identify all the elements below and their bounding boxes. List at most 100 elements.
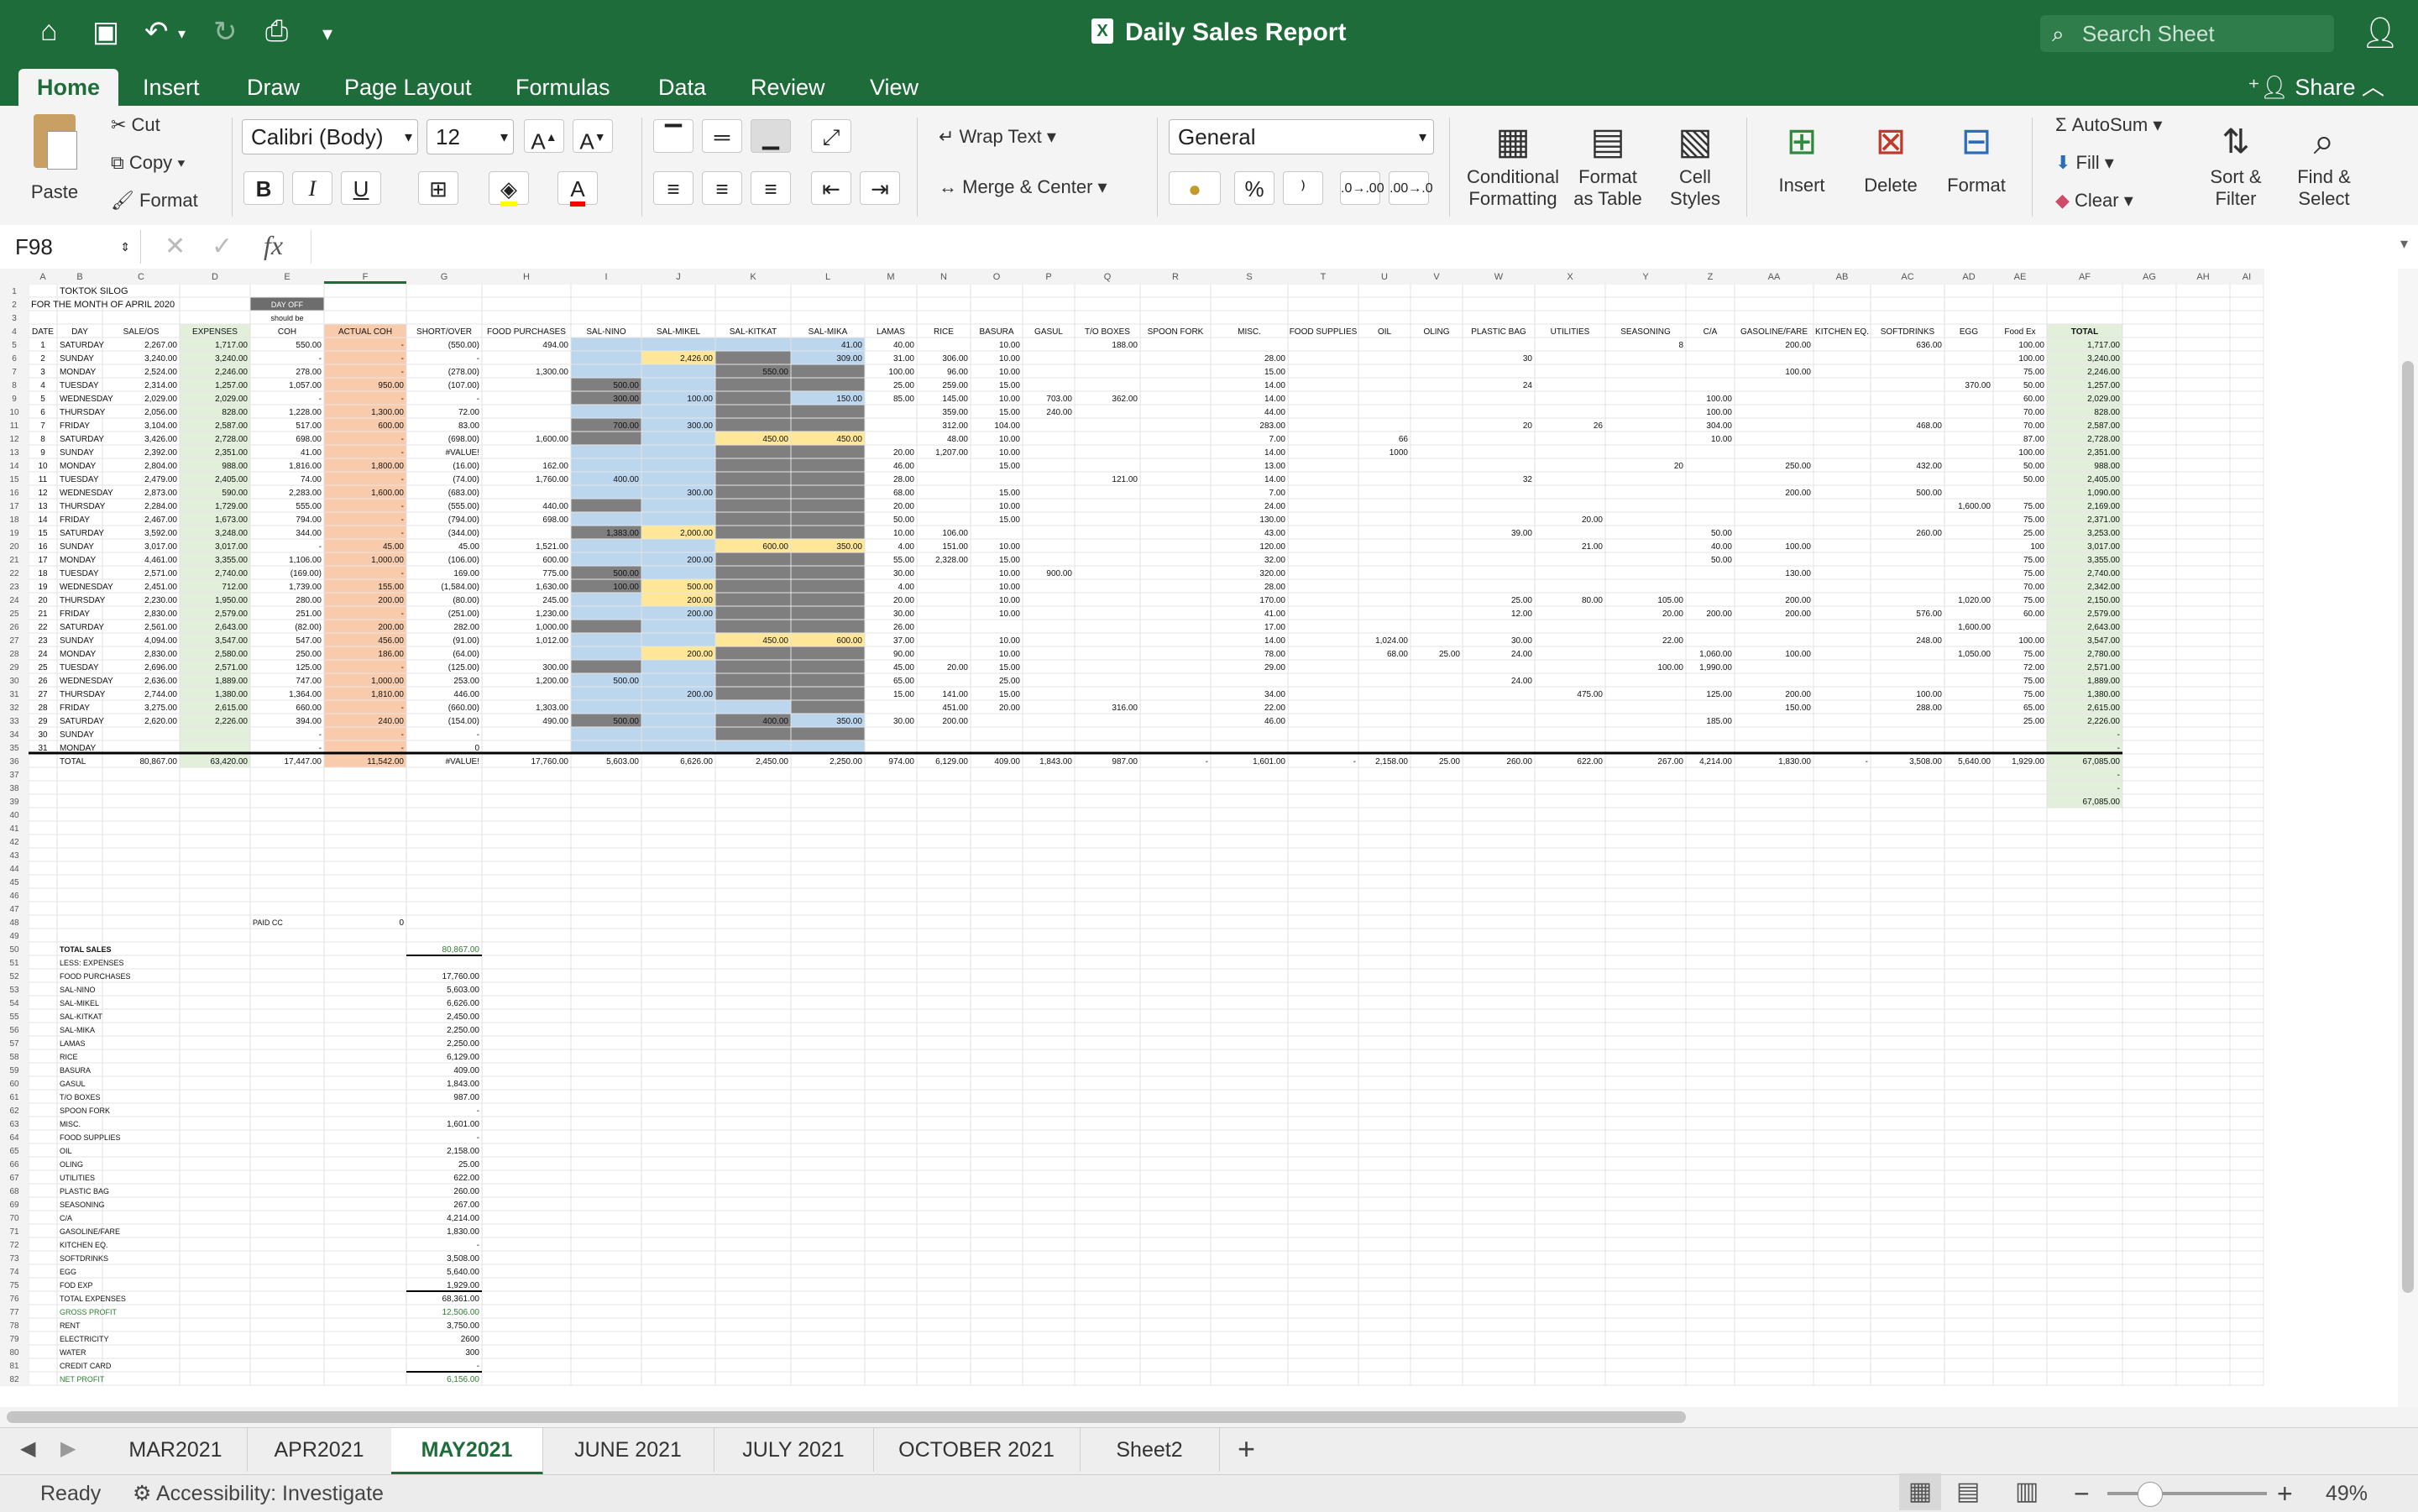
- save-icon[interactable]: ▣: [92, 15, 119, 49]
- decrease-indent-button[interactable]: ⇤: [811, 171, 851, 205]
- name-box[interactable]: F98 ⇕: [0, 230, 141, 264]
- tab-home[interactable]: Home: [18, 69, 119, 106]
- tab-insert[interactable]: Insert: [143, 69, 200, 106]
- sheet-tab-july2021[interactable]: JULY 2021: [714, 1428, 874, 1472]
- undo-dropdown-icon[interactable]: ▾: [178, 25, 186, 43]
- accounting-format-button[interactable]: ●: [1169, 171, 1221, 205]
- sheet-tab-apr2021[interactable]: APR2021: [247, 1428, 392, 1472]
- row-header: 35: [9, 744, 19, 753]
- decrease-decimal-button[interactable]: .00→.0: [1389, 171, 1433, 205]
- zoom-level[interactable]: 49%: [2326, 1475, 2368, 1512]
- tab-formulas[interactable]: Formulas: [516, 69, 610, 106]
- normal-view-icon[interactable]: ▦: [1899, 1473, 1941, 1510]
- redo-icon[interactable]: ↻: [213, 15, 238, 49]
- page-layout-view-icon[interactable]: ▤: [1956, 1473, 1980, 1510]
- increase-font-button[interactable]: A▲: [524, 119, 564, 154]
- zoom-slider[interactable]: [2107, 1482, 2267, 1507]
- align-right-button[interactable]: ≡: [751, 171, 791, 205]
- sheet-tab-may2021[interactable]: MAY2021: [391, 1428, 543, 1475]
- cell-text: SUNDAY: [60, 354, 94, 364]
- align-bottom-button[interactable]: ▁: [751, 119, 791, 153]
- sheet-tab-mar2021[interactable]: MAR2021: [104, 1428, 248, 1472]
- add-sheet-icon[interactable]: +: [1238, 1431, 1255, 1467]
- align-left-button[interactable]: ≡: [653, 171, 693, 205]
- find-select-button[interactable]: ⌕ Find & Select: [2282, 118, 2366, 210]
- cell-text: 28.00: [1264, 354, 1285, 364]
- page-break-view-icon[interactable]: ▥: [2015, 1473, 2039, 1510]
- customize-toolbar-icon[interactable]: ▾: [322, 22, 332, 46]
- cell-styles-button[interactable]: ▧ Cell Styles: [1657, 118, 1733, 210]
- confirm-formula-icon[interactable]: ✓: [212, 232, 233, 261]
- cell-text: 500.00: [687, 583, 713, 592]
- borders-button[interactable]: ⊞: [418, 171, 458, 205]
- insert-cells-button[interactable]: ⊞ Insert: [1761, 118, 1842, 196]
- decrease-font-button[interactable]: A▼: [573, 119, 613, 154]
- tab-data[interactable]: Data: [658, 69, 706, 106]
- sheet-tab-october2021[interactable]: OCTOBER 2021: [873, 1428, 1081, 1472]
- font-size-select[interactable]: 12 ▾: [427, 119, 514, 154]
- row-header: 53: [9, 986, 19, 995]
- underline-button[interactable]: U: [341, 171, 381, 205]
- comma-format-button[interactable]: ⁾: [1283, 171, 1323, 205]
- search-sheet-input[interactable]: ⌕ Search Sheet: [2040, 15, 2334, 52]
- cell-text: 2,158.00: [1375, 757, 1408, 766]
- formula-input[interactable]: [311, 230, 2385, 264]
- italic-button[interactable]: I: [292, 171, 332, 205]
- bold-button[interactable]: B: [243, 171, 284, 205]
- undo-icon[interactable]: ↶: [144, 15, 169, 49]
- orientation-button[interactable]: ⤢: [811, 119, 851, 153]
- sort-filter-button[interactable]: ⇅ Sort & Filter: [2198, 118, 2274, 210]
- tab-page-layout[interactable]: Page Layout: [344, 69, 472, 106]
- conditional-formatting-button[interactable]: ▦ Conditional Formatting: [1461, 118, 1565, 210]
- format-as-table-button[interactable]: ▤ Format as Table: [1570, 118, 1646, 210]
- font-color-button[interactable]: A: [557, 171, 598, 207]
- zoom-out-icon[interactable]: −: [2074, 1475, 2090, 1512]
- zoom-in-icon[interactable]: +: [2277, 1475, 2293, 1512]
- delete-cells-button[interactable]: ⊠ Delete: [1850, 118, 1931, 196]
- wrap-text-button[interactable]: ↵ Wrap Text ▾: [939, 126, 1056, 148]
- increase-decimal-button[interactable]: .0→.00: [1340, 171, 1384, 205]
- cancel-formula-icon[interactable]: ✕: [165, 232, 186, 261]
- align-center-button[interactable]: ≡: [702, 171, 742, 205]
- cut-button[interactable]: ✂ Cut: [111, 114, 160, 136]
- expand-formula-icon[interactable]: ▾: [2400, 235, 2408, 253]
- grid-canvas[interactable]: A B C D E F G H I J K L M N O P Q R S T U V W X Y Z AA AB AC AD AE AF AG…: [0, 269, 2418, 1407]
- paste-button[interactable]: Paste: [17, 114, 92, 203]
- sheet-tab-june2021[interactable]: JUNE 2021: [542, 1428, 714, 1472]
- tab-review[interactable]: Review: [751, 69, 825, 106]
- share-button[interactable]: ⁺👤︎ Share ︿: [2248, 69, 2384, 106]
- merge-center-button[interactable]: ↔ Merge & Center ▾: [939, 176, 1107, 198]
- sheet-tab-sheet2[interactable]: Sheet2: [1080, 1428, 1220, 1472]
- cell-text: 600.00: [542, 556, 568, 565]
- font-name-select[interactable]: Calibri (Body) ▾: [242, 119, 418, 154]
- prev-sheet-icon[interactable]: ◀: [20, 1436, 35, 1461]
- horizontal-scrollbar[interactable]: [0, 1407, 2418, 1427]
- align-middle-button[interactable]: ═: [702, 119, 742, 153]
- percent-format-button[interactable]: %: [1234, 171, 1274, 205]
- accessibility-status[interactable]: ⚙︎ Accessibility: Investigate: [133, 1475, 384, 1512]
- tab-view[interactable]: View: [870, 69, 919, 106]
- copy-button[interactable]: ⧉ Copy ▾: [111, 152, 186, 174]
- cell-text: 75.00: [2023, 502, 2044, 511]
- format-cells-button[interactable]: ⊟ Format: [1936, 118, 2017, 196]
- cell-text: 75.00: [2023, 569, 2044, 578]
- horizontal-scroll-thumb[interactable]: [7, 1411, 1686, 1423]
- next-sheet-icon[interactable]: ▶: [60, 1436, 76, 1461]
- account-icon[interactable]: 👤︎: [2361, 15, 2400, 50]
- format-painter-button[interactable]: 🖌︎ Format: [111, 190, 198, 212]
- clear-button[interactable]: ◆ Clear ▾: [2055, 190, 2133, 212]
- function-icon[interactable]: fx: [264, 230, 283, 261]
- autosum-button[interactable]: Σ AutoSum ▾: [2055, 114, 2162, 136]
- print-icon[interactable]: ⎙: [265, 15, 288, 48]
- tab-draw[interactable]: Draw: [247, 69, 300, 106]
- spreadsheet-grid[interactable]: A B C D E F G H I J K L M N O P Q R S T U V W X Y Z AA AB AC AD AE AF AG…: [0, 269, 2418, 1407]
- zoom-slider-thumb[interactable]: [2138, 1482, 2163, 1507]
- increase-indent-button[interactable]: ⇥: [860, 171, 900, 205]
- fill-color-button[interactable]: ◈: [489, 171, 529, 207]
- row-header: 51: [9, 959, 19, 968]
- cell-text: 25.00: [1439, 757, 1460, 766]
- number-format-select[interactable]: General ▾: [1169, 119, 1434, 154]
- home-icon[interactable]: ⌂: [40, 15, 58, 48]
- align-top-button[interactable]: ▔: [653, 119, 693, 153]
- fill-button[interactable]: ⬇ Fill ▾: [2055, 152, 2114, 174]
